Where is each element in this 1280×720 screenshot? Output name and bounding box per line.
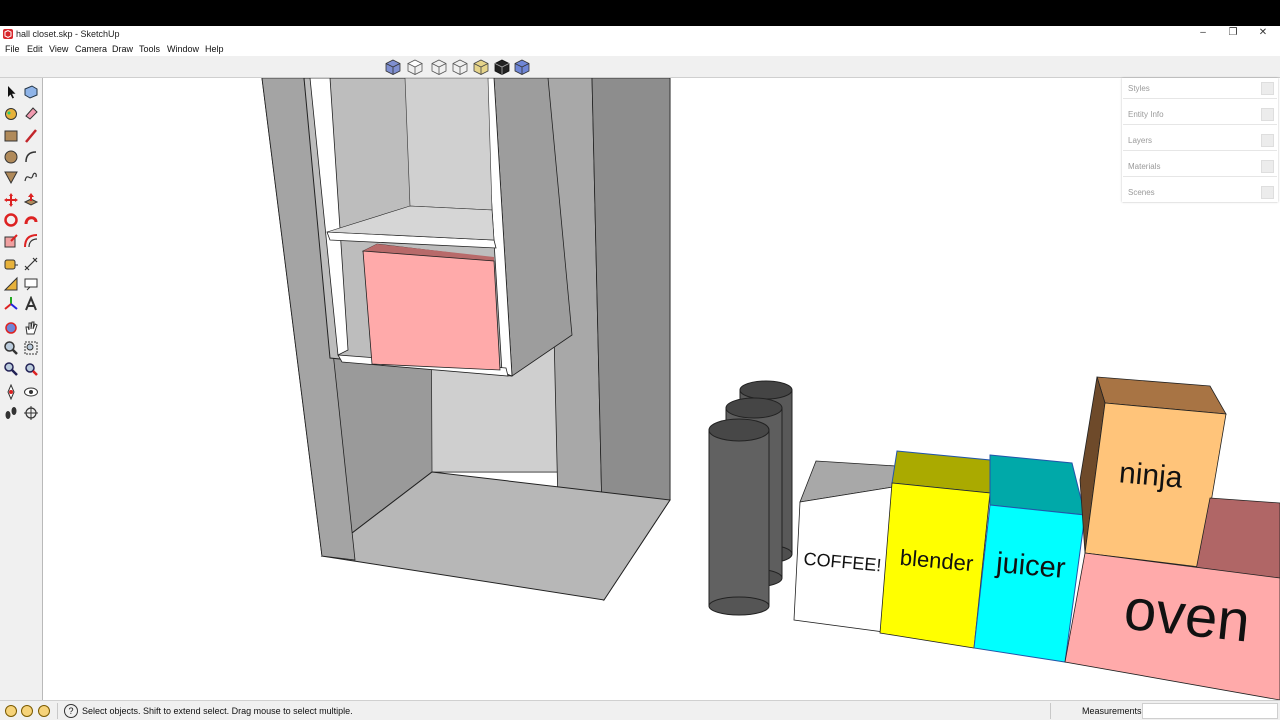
menu-window[interactable]: Window: [167, 44, 199, 54]
scale-icon[interactable]: [3, 233, 19, 249]
circle-icon[interactable]: [3, 149, 19, 165]
drawing-viewport[interactable]: COFFEE! blender juicer ninja oven: [43, 78, 1280, 700]
tray-panel-label: Layers: [1128, 136, 1153, 145]
user-account-icon[interactable]: [38, 705, 50, 717]
minimize-button[interactable]: –: [1188, 27, 1218, 38]
front-view-icon[interactable]: [430, 58, 448, 76]
menu-tools[interactable]: Tools: [139, 44, 160, 54]
tape-measure-icon[interactable]: [3, 256, 19, 272]
walk-footprints-icon[interactable]: [3, 405, 19, 421]
coffee-box[interactable]: COFFEE!: [793, 460, 897, 633]
tray-panel-layers[interactable]: Layers: [1123, 130, 1277, 151]
tray-panel-materials[interactable]: Materials: [1123, 156, 1277, 177]
arc-icon[interactable]: [23, 149, 39, 165]
panel-expand-icon[interactable]: [1261, 108, 1274, 121]
tray-panel-label: Entity Info: [1128, 110, 1164, 119]
zoom-icon[interactable]: [3, 340, 19, 356]
back-view-icon[interactable]: [472, 58, 490, 76]
window-title: hall closet.skp - SketchUp: [16, 29, 120, 39]
line-pencil-icon[interactable]: [23, 128, 39, 144]
cylinder-group[interactable]: [708, 380, 793, 616]
restore-button[interactable]: ❐: [1218, 27, 1248, 38]
divider: [57, 703, 58, 719]
divider: [1050, 703, 1051, 719]
large-tool-set: [0, 78, 43, 700]
sketchup-app-icon: [3, 29, 13, 39]
status-message: Select objects. Shift to extend select. …: [82, 706, 353, 716]
juicer-label: juicer: [994, 547, 1067, 585]
measurements-label: Measurements: [1082, 706, 1142, 716]
offset-icon[interactable]: [23, 233, 39, 249]
model-scene: COFFEE! blender juicer ninja oven: [261, 78, 1280, 700]
close-button[interactable]: ✕: [1248, 27, 1278, 38]
tray-panel-label: Styles: [1128, 84, 1150, 93]
axes-icon[interactable]: [3, 296, 19, 312]
panel-expand-icon[interactable]: [1261, 160, 1274, 173]
iso-view-icon[interactable]: [384, 58, 402, 76]
rotate-icon[interactable]: [3, 212, 19, 228]
status-bar: ? Select objects. Shift to extend select…: [0, 700, 1280, 720]
menu-file[interactable]: File: [5, 44, 20, 54]
zoom-window-icon[interactable]: [23, 340, 39, 356]
geo-location-icon[interactable]: [5, 705, 17, 717]
look-around-eye-icon[interactable]: [23, 384, 39, 400]
pink-storage-box[interactable]: [361, 243, 501, 371]
protractor-icon[interactable]: [3, 276, 19, 292]
default-tray: Styles Entity Info Layers Materials Scen…: [1122, 78, 1278, 203]
panel-expand-icon[interactable]: [1261, 134, 1274, 147]
panel-expand-icon[interactable]: [1261, 186, 1274, 199]
tray-panel-styles[interactable]: Styles: [1123, 78, 1277, 99]
views-toolbar: [0, 56, 1280, 78]
menu-camera[interactable]: Camera: [75, 44, 107, 54]
menu-draw[interactable]: Draw: [112, 44, 133, 54]
polygon-icon[interactable]: [3, 169, 19, 185]
pan-hand-icon[interactable]: [23, 320, 39, 336]
paint-bucket-icon[interactable]: [3, 105, 19, 121]
help-icon[interactable]: ?: [64, 704, 78, 718]
top-view-icon[interactable]: [406, 58, 424, 76]
menu-help[interactable]: Help: [205, 44, 224, 54]
credits-icon[interactable]: [21, 705, 33, 717]
rectangle-icon[interactable]: [3, 128, 19, 144]
tray-panel-scenes[interactable]: Scenes: [1123, 182, 1277, 203]
shaded-style-icon[interactable]: [513, 58, 531, 76]
top-black-bar: [0, 0, 1280, 26]
oven-label: oven: [1121, 577, 1253, 655]
section-plane-icon[interactable]: [23, 405, 39, 421]
menu-bar: File Edit View Camera Draw Tools Window …: [0, 42, 1280, 56]
tray-panel-label: Scenes: [1128, 188, 1155, 197]
dimension-icon[interactable]: [23, 256, 39, 272]
ninja-label: ninja: [1118, 456, 1184, 494]
menu-view[interactable]: View: [49, 44, 68, 54]
blender-box[interactable]: blender: [879, 450, 991, 649]
wireframe-style-icon[interactable]: [493, 58, 511, 76]
follow-me-icon[interactable]: [23, 212, 39, 228]
previous-view-icon[interactable]: [3, 361, 19, 377]
tray-panel-label: Materials: [1128, 162, 1161, 171]
zoom-extents-icon[interactable]: [23, 361, 39, 377]
orbit-icon[interactable]: [3, 320, 19, 336]
tray-panel-entity-info[interactable]: Entity Info: [1123, 104, 1277, 125]
menu-edit[interactable]: Edit: [27, 44, 43, 54]
select-arrow-icon[interactable]: [3, 84, 19, 100]
panel-expand-icon[interactable]: [1261, 82, 1274, 95]
make-component-icon[interactable]: [23, 84, 39, 100]
measurements-input[interactable]: [1142, 703, 1278, 719]
push-pull-icon[interactable]: [23, 192, 39, 208]
text-icon[interactable]: [23, 276, 39, 292]
freehand-icon[interactable]: [23, 169, 39, 185]
3d-text-icon[interactable]: [23, 296, 39, 312]
position-camera-icon[interactable]: [3, 384, 19, 400]
juicer-box[interactable]: juicer: [973, 454, 1086, 663]
title-bar: hall closet.skp - SketchUp – ❐ ✕: [0, 26, 1280, 42]
eraser-icon[interactable]: [23, 105, 39, 121]
right-view-icon[interactable]: [451, 58, 469, 76]
move-icon[interactable]: [3, 192, 19, 208]
